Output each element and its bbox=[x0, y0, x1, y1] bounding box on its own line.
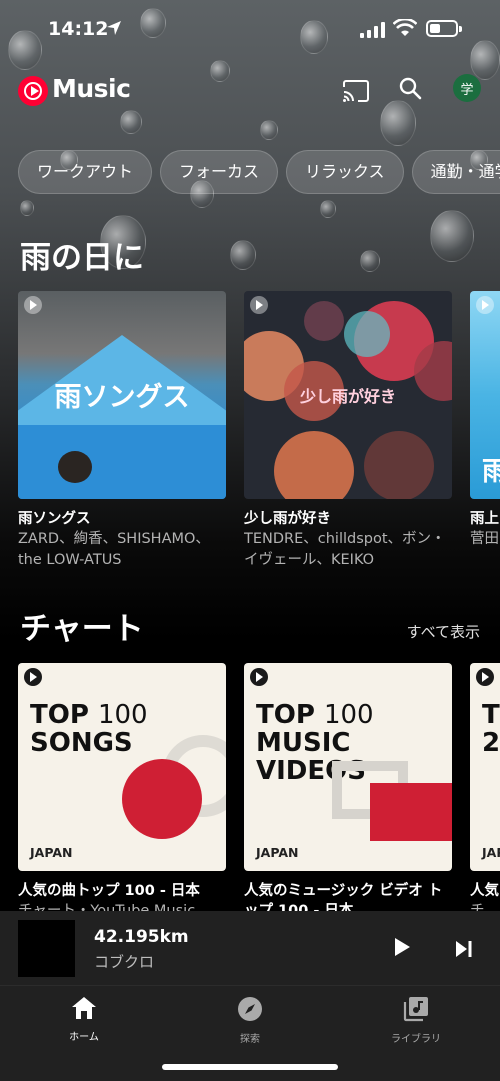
playlist-card[interactable]: 少し雨が好き 少し雨が好き TENDRE、chilldspot、ボン・イヴェール… bbox=[244, 291, 452, 571]
battery-icon bbox=[426, 20, 462, 37]
card-subtitle: 菅田 bbox=[470, 531, 499, 547]
card-title[interactable]: 人気の曲トップ 100 - 日本 bbox=[18, 881, 226, 901]
nav-library[interactable]: ライブラリ bbox=[356, 996, 476, 1045]
chart-country: JAPAN bbox=[256, 845, 299, 860]
status-time: 14:12 bbox=[48, 18, 109, 40]
home-indicator bbox=[162, 1064, 338, 1070]
thumbnail-label: 雨 bbox=[482, 457, 500, 487]
account-avatar[interactable]: 学 bbox=[453, 74, 481, 102]
chip-workout[interactable]: ワークアウト bbox=[18, 150, 153, 194]
chip-focus[interactable]: フォーカス bbox=[160, 150, 279, 194]
mood-chips: ワークアウトフォーカスリラックス通勤・通学 bbox=[18, 150, 500, 196]
playlist-card[interactable]: 雨ソングス 雨ソングス ZARD、絢香、SHISHAMO、the LOW-ATU… bbox=[18, 291, 226, 571]
now-playing-artist: コブクロ bbox=[94, 953, 155, 971]
play-icon[interactable] bbox=[395, 938, 410, 956]
nav-explore[interactable]: 探索 bbox=[190, 996, 310, 1045]
home-icon bbox=[72, 997, 96, 1019]
chart-thumbnail[interactable]: TOP 100 SONGS JAPAN bbox=[18, 663, 226, 871]
card-title[interactable]: 人気のミュージック ビデオ トップ 100 - 日本 bbox=[244, 881, 452, 911]
cellular-signal-icon bbox=[360, 22, 386, 42]
play-badge-icon bbox=[476, 296, 494, 314]
card-subtitle: ZARD、絢香、SHISHAMO、the LOW-ATUS bbox=[18, 531, 210, 568]
nav-home[interactable]: ホーム bbox=[24, 996, 144, 1043]
card-subtitle: チ bbox=[470, 903, 485, 911]
card-title[interactable]: 人気 bbox=[470, 881, 500, 901]
chart-country: JAPA bbox=[482, 845, 500, 860]
cast-icon[interactable] bbox=[342, 80, 370, 106]
see-all-link[interactable]: すべて表示 bbox=[407, 621, 480, 642]
chart-thumbnail[interactable]: TOP 100 MUSIC VIDEOS JAPAN bbox=[244, 663, 452, 871]
card-title[interactable]: 雨ソングス bbox=[18, 509, 226, 529]
nav-home-label: ホーム bbox=[69, 1032, 99, 1043]
nav-explore-label: 探索 bbox=[240, 1034, 260, 1045]
app-title: Music bbox=[52, 74, 131, 103]
play-badge-icon bbox=[24, 668, 42, 686]
chip-commute[interactable]: 通勤・通学 bbox=[411, 150, 500, 194]
library-icon bbox=[403, 997, 428, 1022]
chart-country: JAPAN bbox=[30, 845, 73, 860]
section-title-rainy: 雨の日に bbox=[20, 240, 144, 276]
mini-player[interactable]: 42.195km コブクロ bbox=[0, 911, 500, 985]
location-arrow-icon bbox=[106, 20, 122, 40]
thumbnail-label: 少し雨が好き bbox=[299, 387, 396, 406]
playlist-thumbnail[interactable]: 雨ソングス bbox=[18, 291, 226, 499]
chart-card[interactable]: TOP 100 MUSIC VIDEOS JAPAN 人気のミュージック ビデオ … bbox=[244, 663, 452, 911]
compass-icon bbox=[238, 997, 262, 1021]
status-bar: 14:12 bbox=[0, 14, 500, 50]
charts-row: TOP 100 SONGS JAPAN 人気の曲トップ 100 - 日本 チャート… bbox=[18, 663, 500, 911]
play-badge-icon bbox=[250, 668, 268, 686]
chart-cover-text: TOP 100 SONGS bbox=[30, 700, 148, 758]
card-subtitle: チャート・YouTube Music bbox=[18, 903, 196, 911]
chart-card[interactable]: TOP 100 SONGS JAPAN 人気の曲トップ 100 - 日本 チャート… bbox=[18, 663, 226, 911]
card-subtitle: TENDRE、chilldspot、ボン・イヴェール、KEIKO bbox=[244, 531, 446, 568]
now-playing-title: 42.195km bbox=[94, 927, 189, 947]
chart-cover-text: T2 bbox=[482, 700, 500, 758]
rainy-playlists-row: 雨ソングス 雨ソングス ZARD、絢香、SHISHAMO、the LOW-ATU… bbox=[18, 291, 500, 581]
wifi-icon bbox=[392, 17, 418, 41]
card-title[interactable]: 少し雨が好き bbox=[244, 509, 452, 529]
play-badge-icon bbox=[250, 296, 268, 314]
chart-thumbnail[interactable]: T2 JAPA bbox=[470, 663, 500, 871]
skip-next-icon[interactable] bbox=[455, 940, 473, 962]
playlist-card[interactable]: 雨 雨上 菅田 bbox=[470, 291, 500, 571]
section-title-charts: チャート bbox=[20, 611, 144, 647]
play-badge-icon bbox=[24, 296, 42, 314]
nav-library-label: ライブラリ bbox=[391, 1034, 441, 1045]
playlist-thumbnail[interactable]: 少し雨が好き bbox=[244, 291, 452, 499]
playlist-thumbnail[interactable]: 雨 bbox=[470, 291, 500, 499]
thumbnail-label: 雨ソングス bbox=[54, 382, 190, 413]
chart-card[interactable]: T2 JAPA 人気 チ bbox=[470, 663, 500, 911]
chip-relax[interactable]: リラックス bbox=[286, 150, 404, 194]
album-art[interactable] bbox=[18, 920, 75, 977]
card-title[interactable]: 雨上 bbox=[470, 509, 500, 529]
play-badge-icon bbox=[476, 668, 494, 686]
app-header: Music 学 bbox=[0, 68, 500, 112]
youtube-music-logo-icon bbox=[18, 76, 48, 106]
search-icon[interactable] bbox=[398, 76, 424, 106]
